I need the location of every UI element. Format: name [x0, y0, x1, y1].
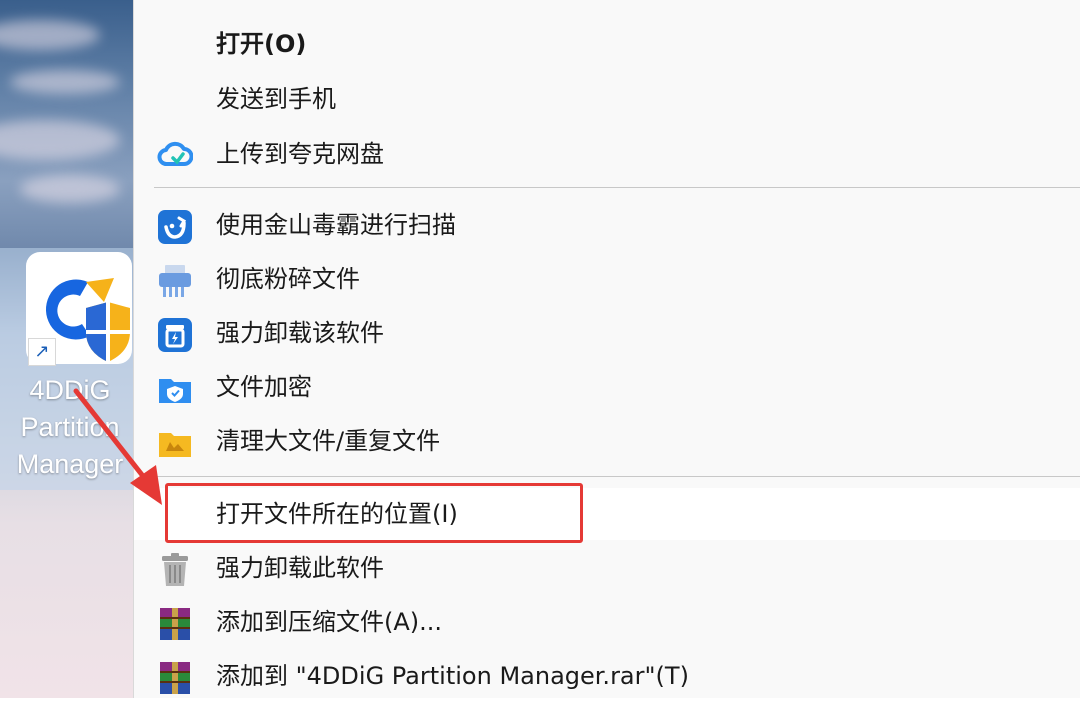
menu-item-send-to-phone[interactable]: 发送到手机 [134, 73, 1080, 125]
desktop-background: ↗ 4DDiG Partition Manager [0, 0, 133, 698]
menu-item-add-to-archive[interactable]: 添加到压缩文件(A)... [134, 596, 1080, 648]
menu-item-label: 添加到压缩文件(A)... [216, 608, 443, 636]
uninstall-icon [157, 317, 193, 353]
shortcut-arrow-icon: ↗ [28, 338, 56, 366]
winrar-icon [157, 660, 193, 696]
menu-item-force-uninstall-this[interactable]: 强力卸载此软件 [134, 542, 1080, 594]
menu-item-label: 上传到夸克网盘 [216, 140, 384, 168]
menu-item-file-encrypt[interactable]: 文件加密 [134, 361, 1080, 413]
menu-item-label: 清理大文件/重复文件 [216, 427, 441, 455]
duba-shield-icon [157, 209, 193, 245]
menu-item-force-uninstall[interactable]: 强力卸载该软件 [134, 307, 1080, 359]
menu-item-label: 强力卸载此软件 [216, 554, 384, 582]
menu-item-label: 添加到 "4DDiG Partition Manager.rar"(T) [216, 662, 689, 690]
trash-icon [157, 552, 193, 588]
menu-item-label: 彻底粉碎文件 [216, 265, 360, 293]
context-menu: 打开(O) 发送到手机 上传到夸克网盘 使用金山毒霸进行扫描 彻底粉碎文件 强力… [133, 0, 1080, 698]
menu-item-clean-large-files[interactable]: 清理大文件/重复文件 [134, 415, 1080, 467]
menu-item-label: 文件加密 [216, 373, 312, 401]
pointer-arrow-icon [70, 385, 170, 510]
cloud-icon [157, 138, 193, 174]
menu-separator [154, 187, 1080, 188]
shredder-icon [157, 263, 193, 299]
menu-item-add-to-named-rar[interactable]: 添加到 "4DDiG Partition Manager.rar"(T) [134, 650, 1080, 702]
menu-item-duba-scan[interactable]: 使用金山毒霸进行扫描 [134, 199, 1080, 251]
menu-item-open[interactable]: 打开(O) [134, 18, 1080, 70]
menu-separator [154, 476, 1080, 477]
menu-item-shred-file[interactable]: 彻底粉碎文件 [134, 253, 1080, 305]
highlight-box [165, 483, 583, 543]
menu-item-label: 强力卸载该软件 [216, 319, 384, 347]
menu-item-label: 发送到手机 [216, 85, 336, 113]
menu-item-upload-quark[interactable]: 上传到夸克网盘 [134, 128, 1080, 180]
menu-item-label: 打开(O) [216, 30, 307, 58]
menu-item-label: 使用金山毒霸进行扫描 [216, 211, 456, 239]
winrar-icon [157, 606, 193, 642]
